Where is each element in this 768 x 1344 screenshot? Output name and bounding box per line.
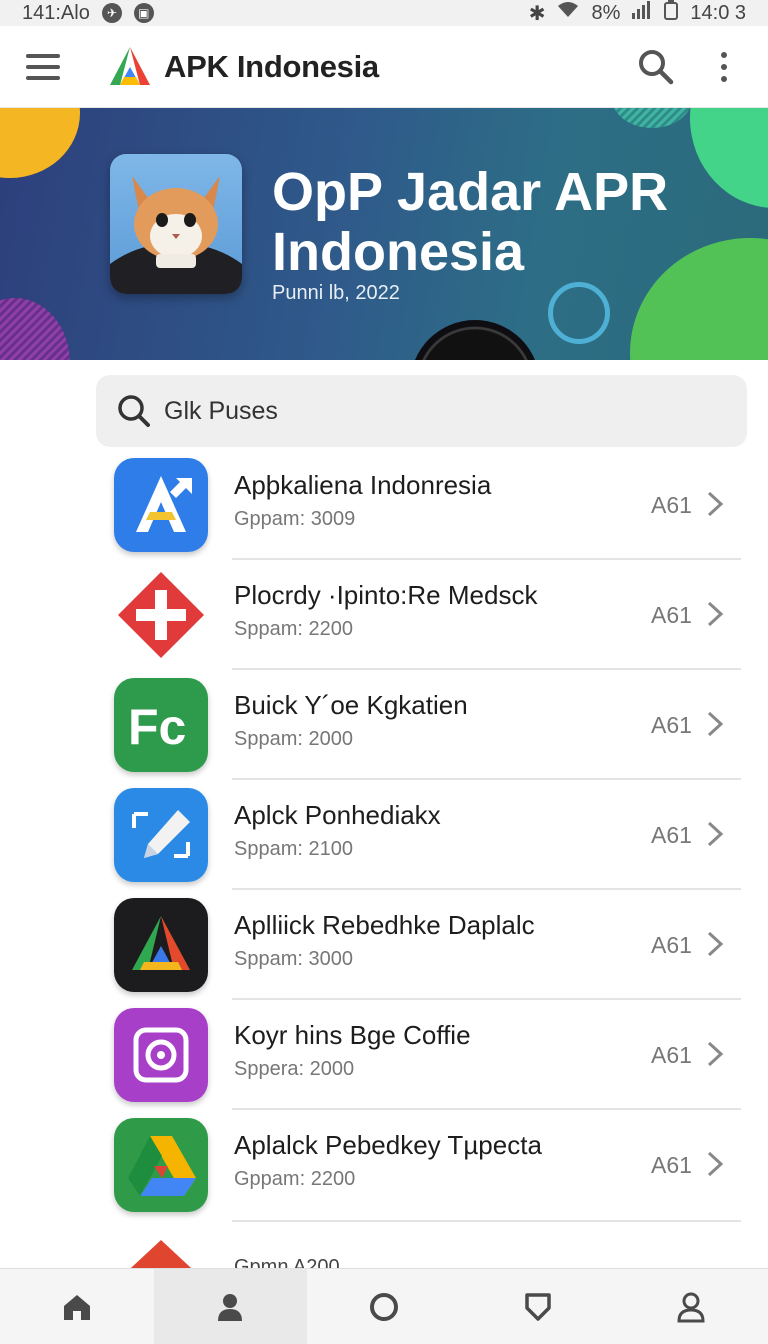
banner-subtitle: Punni lb, 2022	[272, 282, 400, 304]
app-title: APK Indonesia	[164, 48, 379, 84]
circle-icon	[369, 1292, 398, 1321]
app-name: Apþkaliena Indonresia	[234, 470, 492, 500]
status-time: 141:Alo	[22, 1, 90, 24]
app-bar: APK Indonesia	[0, 26, 768, 108]
status-clock: 14:0 3	[690, 1, 746, 24]
cat-avatar-image	[110, 154, 242, 294]
app-meta: Sppam: 3000	[234, 948, 353, 970]
notification-icon: ✈	[101, 3, 122, 23]
app-badge: A61	[651, 602, 692, 628]
chevron-right-icon	[707, 601, 724, 627]
list-item[interactable]: Aplck Ponhediakx Sppam: 2100 A61	[0, 780, 768, 890]
status-left: 141:Alo ✈ ▣	[22, 2, 154, 25]
decor-purple-blob	[0, 298, 70, 360]
nav-home[interactable]	[0, 1269, 154, 1344]
apk-logo-icon	[110, 46, 150, 85]
triangle-logo-icon	[114, 898, 208, 992]
home-icon	[63, 1294, 90, 1320]
profile-outline-icon	[677, 1292, 705, 1322]
app-meta: Gppam: 2200	[234, 1168, 356, 1190]
battery-icon	[664, 0, 679, 26]
search-placeholder: Glk Puses	[164, 396, 278, 425]
list-item[interactable]: Plocrdy ·Ipinto:Re Medsck Sppam: 2200 A6…	[0, 560, 768, 670]
target-icon	[114, 1008, 208, 1102]
drive-icon	[114, 1118, 208, 1212]
app-badge: A61	[651, 822, 692, 848]
svg-text:Fc: Fc	[128, 699, 186, 755]
banner-title: OpP Jadar APR Indonesia	[272, 162, 669, 282]
decor-yellow-blob	[0, 108, 80, 178]
nav-shield[interactable]	[461, 1269, 615, 1344]
nav-circle[interactable]	[307, 1269, 461, 1344]
app-badge: A61	[651, 1152, 692, 1178]
status-bar: 141:Alo ✈ ▣ ✱ 8% 14:0 3	[0, 0, 768, 26]
app-badge: A61	[651, 932, 692, 958]
chevron-right-icon	[707, 1041, 724, 1067]
list-item[interactable]: Apþkaliena Indonresia Gppam: 3009 A61	[0, 450, 768, 560]
list-item[interactable]: Aplliick Rebedhke Daplalc Sppam: 3000 A6…	[0, 890, 768, 1000]
app-name: Aplliick Rebedhke Daplalc	[234, 910, 535, 940]
signal-icon	[632, 1, 652, 25]
bottom-nav	[0, 1268, 768, 1344]
red-cross-icon	[114, 568, 208, 662]
person-filled-icon	[218, 1293, 243, 1321]
nav-profile[interactable]	[614, 1269, 768, 1344]
app-meta: Sppera: 2000	[234, 1058, 355, 1080]
search-input[interactable]: Glk Puses	[96, 375, 747, 447]
decor-disc	[410, 320, 540, 360]
app-meta: Sppam: 2100	[234, 838, 353, 860]
app-meta: Sppam: 2000	[234, 728, 353, 750]
app-name: Buick Y´oe Kgkatien	[234, 690, 468, 720]
decor-teal-blob	[612, 108, 692, 128]
pen-edit-icon	[114, 788, 208, 882]
list-item[interactable]: Aplalck Pebedkey Tµpecta Gppam: 2200 A61	[0, 1110, 768, 1222]
chevron-right-icon	[707, 821, 724, 847]
app-badge: A61	[651, 1042, 692, 1068]
decor-ring	[548, 282, 610, 344]
nav-account[interactable]	[153, 1269, 308, 1344]
app-name: Aplck Ponhediakx	[234, 800, 441, 830]
chevron-right-icon	[707, 1151, 724, 1177]
app-badge: A61	[651, 712, 692, 738]
app-meta: Gppam: 3009	[234, 508, 356, 530]
fc-icon: Fc	[114, 678, 208, 772]
app-badge: A61	[651, 492, 692, 518]
notification-icon-2: ▣	[133, 3, 154, 23]
list-item[interactable]: Koyr hins Bge Coffie Sppera: 2000 A61	[0, 1000, 768, 1110]
hamburger-menu-icon[interactable]	[26, 53, 60, 80]
chevron-right-icon	[707, 711, 724, 737]
app-name: Koyr hins Bge Coffie	[234, 1020, 471, 1050]
search-icon[interactable]	[636, 47, 676, 87]
a-arrow-icon	[114, 458, 208, 552]
status-right: ✱ 8% 14:0 3	[529, 0, 746, 26]
chevron-right-icon	[707, 931, 724, 957]
app-list: Apþkaliena Indonresia Gppam: 3009 A61 Pl…	[0, 450, 768, 1282]
shield-icon	[524, 1292, 551, 1321]
wifi-icon	[557, 1, 579, 25]
decor-mint-blob	[690, 108, 768, 208]
search-field-icon	[118, 395, 150, 427]
app-name: Plocrdy ·Ipinto:Re Medsck	[234, 580, 538, 610]
more-options-icon[interactable]	[718, 51, 730, 82]
app-name: Aplalck Pebedkey Tµpecta	[234, 1130, 542, 1160]
featured-banner[interactable]: OpP Jadar APR Indonesia Punni lb, 2022	[0, 108, 768, 360]
app-meta: Sppam: 2200	[234, 618, 353, 640]
chevron-right-icon	[707, 491, 724, 517]
bluetooth-icon: ✱	[528, 2, 546, 25]
battery-percent: 8%	[591, 1, 621, 24]
list-item[interactable]: Fc Buick Y´oe Kgkatien Sppam: 2000 A61	[0, 670, 768, 780]
